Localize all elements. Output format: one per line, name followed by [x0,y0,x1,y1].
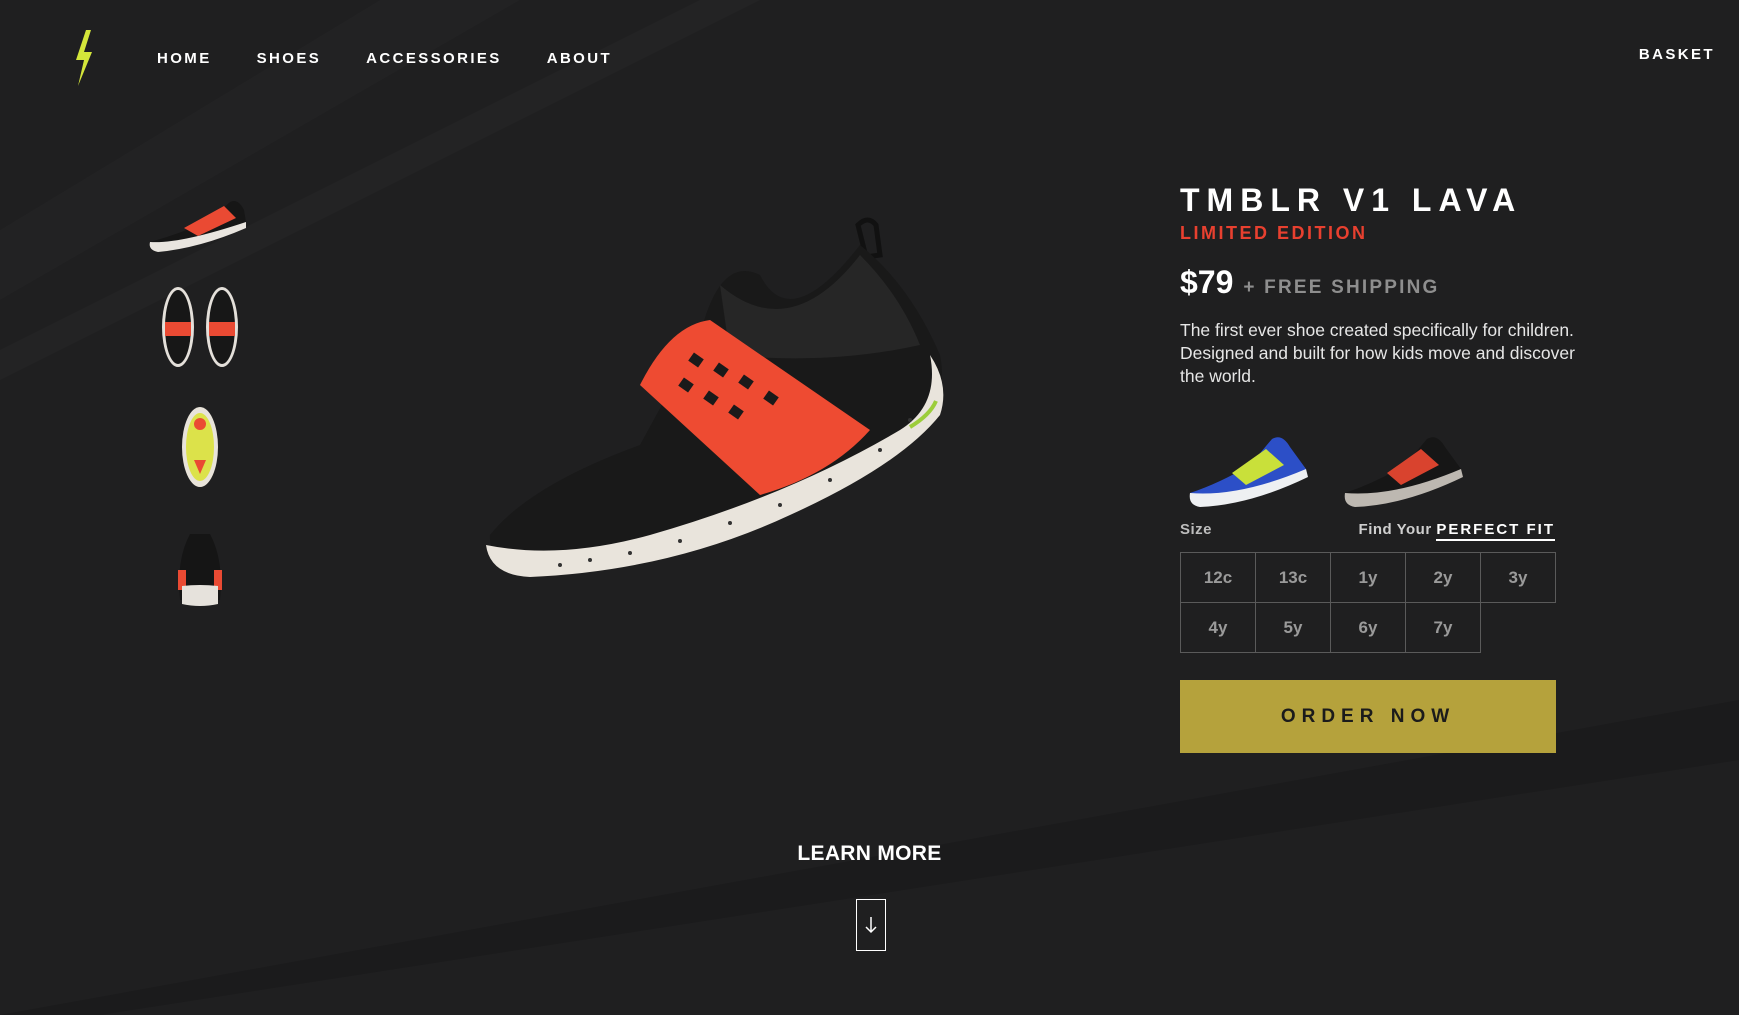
colorway-black-lava[interactable] [1335,413,1470,513]
size-label: Size [1180,521,1213,538]
perfect-fit-link[interactable]: PERFECT FIT [1436,521,1555,541]
fit-prefix: Find Your [1358,521,1432,538]
size-option[interactable]: 13c [1255,552,1331,603]
thumbnail-side[interactable] [140,170,260,260]
nav-home[interactable]: HOME [157,50,212,67]
size-grid: 12c 13c 1y 2y 3y 4y 5y 6y 7y [1180,552,1557,653]
colorway-selector [1180,413,1580,513]
order-now-button[interactable]: ORDER NOW [1180,680,1556,753]
size-option[interactable]: 7y [1405,602,1481,653]
brand-logo[interactable] [72,30,96,86]
size-option[interactable]: 2y [1405,552,1481,603]
size-option[interactable]: 3y [1480,552,1556,603]
size-option[interactable]: 5y [1255,602,1331,653]
size-option[interactable]: 12c [1180,552,1256,603]
hero-shoe-image [470,215,1030,655]
nav-accessories[interactable]: ACCESSORIES [366,50,502,67]
main-nav: HOME SHOES ACCESSORIES ABOUT [157,50,612,67]
colorway-blue-lime[interactable] [1180,413,1315,513]
basket-link[interactable]: BASKET [1639,46,1715,63]
edition-badge: LIMITED EDITION [1180,223,1368,243]
thumbnail-sole[interactable] [140,402,260,492]
product-title: TMBLR V1 LAVA [1180,182,1523,218]
size-header: Size Find Your PERFECT FIT [1180,521,1555,541]
nav-about[interactable]: ABOUT [547,50,612,67]
lightning-bolt-icon [76,30,92,86]
size-option[interactable]: 1y [1330,552,1406,603]
thumbnail-top[interactable] [140,282,260,372]
size-option[interactable]: 4y [1180,602,1256,653]
nav-shoes[interactable]: SHOES [257,50,322,67]
product-panel: TMBLR V1 LAVA LIMITED EDITION $79 + FREE… [1180,180,1580,753]
product-description: The first ever shoe created specifically… [1180,320,1575,386]
arrow-down-icon [865,917,877,934]
thumbnail-back[interactable] [140,520,260,610]
scroll-down-button[interactable] [856,899,886,951]
learn-more-link[interactable]: LEARN MORE [0,842,1739,866]
fit-helper: Find Your PERFECT FIT [1358,521,1555,541]
price-row: $79 + FREE SHIPPING [1180,264,1580,301]
size-option[interactable]: 6y [1330,602,1406,653]
product-price: $79 [1180,264,1234,300]
shipping-note: + FREE SHIPPING [1243,277,1440,298]
